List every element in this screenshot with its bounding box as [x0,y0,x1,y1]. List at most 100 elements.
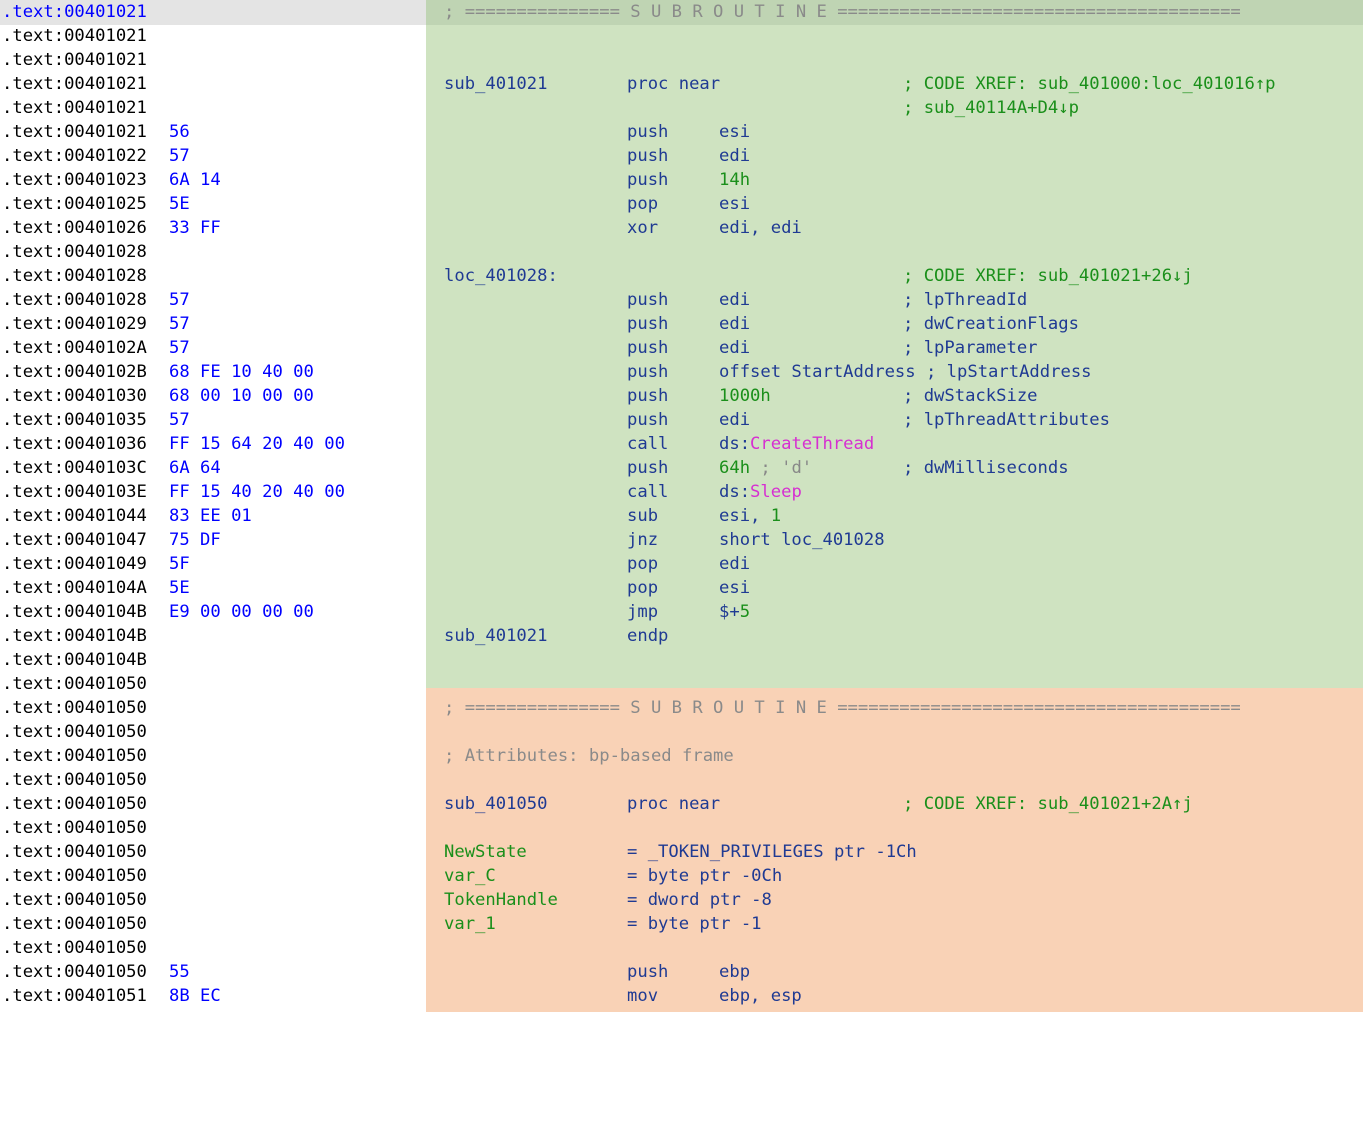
mnemonic[interactable]: jnz [627,528,658,552]
operand-number[interactable]: 1000h [719,384,771,408]
address[interactable]: .text:00401050 [2,792,147,816]
operand[interactable]: edi [719,144,750,168]
operand[interactable]: edi [719,312,750,336]
operand[interactable]: ebp [719,960,750,984]
address[interactable]: .text:00401021 [2,96,147,120]
address[interactable]: .text:00401050 [2,744,147,768]
address[interactable]: .text:00401026 [2,216,147,240]
listing-row[interactable]: .text:00401028 [0,240,1363,264]
listing-row[interactable]: .text:00401021 [0,48,1363,72]
listing-row[interactable]: .text:0040104B [0,648,1363,672]
listing-row[interactable]: .text:0040103C 6A 64 push 64h ; 'd' ; dw… [0,456,1363,480]
address[interactable]: .text:00401025 [2,192,147,216]
mnemonic[interactable]: call [627,432,668,456]
listing-row[interactable]: .text:00401022 57 push edi [0,144,1363,168]
listing-row[interactable]: .text:00401035 57 push edi ; lpThreadAtt… [0,408,1363,432]
operand-number[interactable]: 14h [719,168,750,192]
operand-number[interactable]: 64h [719,458,750,478]
function-label[interactable]: sub_401021 [444,624,547,648]
listing-row[interactable]: .text:00401050 [0,816,1363,840]
mnemonic[interactable]: push [627,288,668,312]
listing-row[interactable]: .text:00401028 loc_401028: ; CODE XREF: … [0,264,1363,288]
address[interactable]: .text:0040103E [2,480,147,504]
mnemonic[interactable]: mov [627,984,658,1008]
listing-row[interactable]: .text:00401047 75 DF jnz short loc_40102… [0,528,1363,552]
mnemonic[interactable]: call [627,480,668,504]
listing-row[interactable]: .text:00401029 57 push edi ; dwCreationF… [0,312,1363,336]
operand[interactable]: $+5 [719,600,750,624]
address[interactable]: .text:0040104B [2,648,147,672]
operand[interactable]: short loc_401028 [719,528,885,552]
address[interactable]: .text:0040102B [2,360,147,384]
mnemonic[interactable]: push [627,144,668,168]
operand-register[interactable]: esi, [719,506,771,526]
stack-variable-name[interactable]: NewState [444,840,527,864]
mnemonic[interactable]: push [627,120,668,144]
operand-number[interactable]: 5 [740,602,750,622]
address[interactable]: .text:0040104A [2,576,147,600]
operand[interactable]: edi [719,552,750,576]
listing-row[interactable]: .text:00401026 33 FF xor edi, edi [0,216,1363,240]
address[interactable]: .text:00401021 [2,48,147,72]
address[interactable]: .text:00401050 [2,912,147,936]
operand[interactable]: ds:Sleep [719,480,802,504]
listing-row[interactable]: .text:00401050 NewState = _TOKEN_PRIVILE… [0,840,1363,864]
listing-row[interactable]: .text:0040104A 5E pop esi [0,576,1363,600]
mnemonic[interactable]: pop [627,576,658,600]
listing-row[interactable]: .text:00401028 57 push edi ; lpThreadId [0,288,1363,312]
operand-target[interactable]: $+ [719,602,740,622]
listing-row[interactable]: .text:00401030 68 00 10 00 00 push 1000h… [0,384,1363,408]
address[interactable]: .text:00401021 [2,120,147,144]
operand[interactable]: esi [719,576,750,600]
stack-variable-name[interactable]: TokenHandle [444,888,558,912]
operand[interactable]: esi [719,192,750,216]
listing-row[interactable]: .text:00401021 ; sub_40114A+D4↓p [0,96,1363,120]
operand[interactable]: esi [719,120,750,144]
listing-row[interactable]: .text:00401036 FF 15 64 20 40 00 call ds… [0,432,1363,456]
address[interactable]: .text:00401050 [2,936,147,960]
address[interactable]: .text:0040102A [2,336,147,360]
address[interactable]: .text:00401049 [2,552,147,576]
listing-row[interactable]: .text:00401050 ; Attributes: bp-based fr… [0,744,1363,768]
stack-variable-name[interactable]: var_C [444,864,496,888]
listing-row[interactable]: .text:00401050 var_1 = byte ptr -1 [0,912,1363,936]
address[interactable]: .text:00401050 [2,888,147,912]
operand[interactable]: edi [719,336,750,360]
address[interactable]: .text:00401050 [2,840,147,864]
mnemonic[interactable]: push [627,408,668,432]
stack-variable-name[interactable]: var_1 [444,912,496,936]
address[interactable]: .text:00401022 [2,144,147,168]
listing-row[interactable]: .text:00401025 5E pop esi [0,192,1363,216]
mnemonic[interactable]: push [627,168,668,192]
loc-label[interactable]: loc_401028: [444,264,558,288]
address[interactable]: .text:00401029 [2,312,147,336]
listing-row[interactable]: .text:00401023 6A 14 push 14h [0,168,1363,192]
operand[interactable]: esi, 1 [719,504,781,528]
mnemonic[interactable]: pop [627,192,658,216]
listing-row[interactable]: .text:00401050 [0,768,1363,792]
function-label[interactable]: sub_401021 [444,72,547,96]
operand[interactable]: edi, edi [719,216,802,240]
listing-row[interactable]: .text:00401050 TokenHandle = dword ptr -… [0,888,1363,912]
xref-comment[interactable]: ; sub_40114A+D4↓p [903,96,1079,120]
listing-row[interactable]: .text:0040104B E9 00 00 00 00 jmp $+5 [0,600,1363,624]
address[interactable]: .text:00401021 [2,72,147,96]
mnemonic[interactable]: push [627,336,668,360]
listing-row[interactable]: .text:0040103E FF 15 40 20 40 00 call ds… [0,480,1363,504]
mnemonic[interactable]: push [627,312,668,336]
xref-comment[interactable]: ; CODE XREF: sub_401000:loc_401016↑p [903,72,1276,96]
listing-row[interactable]: .text:00401021 sub_401021 proc near ; CO… [0,72,1363,96]
listing-row[interactable]: .text:00401050 ; =============== S U B R… [0,696,1363,720]
mnemonic[interactable]: push [627,456,668,480]
mnemonic[interactable]: xor [627,216,658,240]
address[interactable]: .text:0040104B [2,624,147,648]
address[interactable]: .text:00401050 [2,816,147,840]
operand[interactable]: ds:CreateThread [719,432,874,456]
address[interactable]: .text:00401051 [2,984,147,1008]
listing-row[interactable]: .text:00401044 83 EE 01 sub esi, 1 [0,504,1363,528]
operand[interactable]: ebp, esp [719,984,802,1008]
api-name[interactable]: CreateThread [750,434,874,454]
listing-row[interactable]: .text:00401050 var_C = byte ptr -0Ch [0,864,1363,888]
address[interactable]: .text:00401050 [2,864,147,888]
address[interactable]: .text:00401050 [2,696,147,720]
